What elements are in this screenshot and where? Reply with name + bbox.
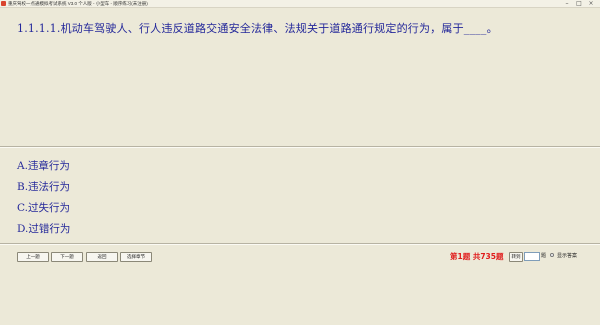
jump-question-input[interactable] <box>524 252 540 261</box>
select-chapter-button[interactable]: 选择章节 <box>120 252 152 262</box>
options-divider <box>0 243 600 245</box>
option-d[interactable]: D.过错行为 <box>17 221 70 236</box>
question-progress: 第1题 共735题 <box>450 252 504 261</box>
show-answer-label: 显示答案 <box>557 253 578 259</box>
option-b[interactable]: B.违法行为 <box>17 179 70 194</box>
maximize-button[interactable]: □ <box>574 0 584 7</box>
title-bar: 重庆驾校一点通模拟考试系统 V3.0 个人版 - 小型车 - 顺序练习(未注册)… <box>0 0 600 8</box>
show-answer-checkbox[interactable] <box>550 253 554 257</box>
window-title: 重庆驾校一点通模拟考试系统 V3.0 个人版 - 小型车 - 顺序练习(未注册) <box>8 1 148 6</box>
question-divider <box>0 146 600 148</box>
close-button[interactable]: × <box>586 0 596 7</box>
option-a[interactable]: A.违章行为 <box>17 158 70 173</box>
next-question-button[interactable]: 下一题 <box>51 252 83 262</box>
jump-suffix-label: 题 <box>541 253 547 259</box>
goto-button[interactable]: 转到 <box>509 252 523 262</box>
option-c[interactable]: C.过失行为 <box>17 200 70 215</box>
back-button[interactable]: 返回 <box>86 252 118 262</box>
minimize-button[interactable]: – <box>562 0 572 7</box>
app-icon <box>1 1 6 6</box>
prev-question-button[interactable]: 上一题 <box>17 252 49 262</box>
question-text: 1.1.1.1.机动车驾驶人、行人违反道路交通安全法律、法规关于道路通行规定的行… <box>17 22 498 35</box>
